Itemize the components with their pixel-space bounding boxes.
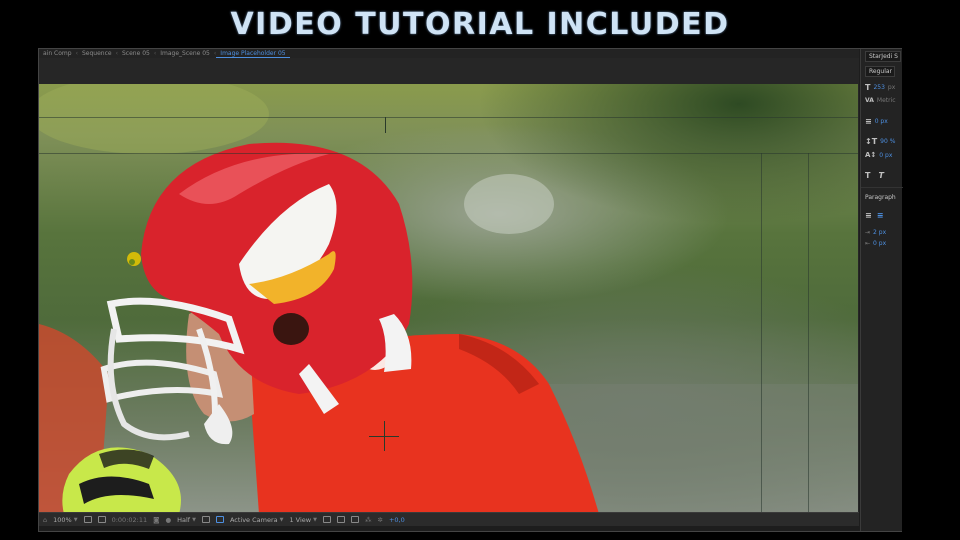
- composition-canvas[interactable]: [39, 84, 858, 512]
- mask-visibility-icon[interactable]: [97, 516, 106, 523]
- fast-preview-icon[interactable]: [336, 516, 345, 523]
- tutorial-banner: VIDEO TUTORIAL INCLUDED: [0, 0, 960, 48]
- flowchart-icon[interactable]: ⁂: [365, 516, 372, 524]
- banner-title: VIDEO TUTORIAL INCLUDED: [230, 6, 730, 42]
- zoom-dropdown[interactable]: 100% ▼: [53, 516, 77, 524]
- timeline-icon[interactable]: [350, 516, 359, 523]
- vertical-scale-icon: ↕T: [865, 137, 878, 146]
- stroke-width-icon: ≡: [865, 117, 872, 126]
- camera-dropdown[interactable]: Active Camera ▼: [230, 516, 284, 524]
- color-channel-icon[interactable]: ●: [165, 516, 171, 524]
- guide-line[interactable]: [39, 153, 858, 154]
- baseline-shift-value[interactable]: 0 px: [879, 152, 892, 159]
- safe-margins-icon[interactable]: [83, 516, 92, 523]
- stroke-width-value[interactable]: 0 px: [875, 118, 888, 125]
- timecode[interactable]: 0:00:02:11: [112, 516, 148, 524]
- font-size-unit: px: [887, 84, 896, 91]
- indent-icon: ⇥: [865, 229, 871, 236]
- font-style-field[interactable]: Regular: [865, 66, 895, 77]
- breadcrumb-item-active[interactable]: Image Placeholder 05: [216, 50, 290, 58]
- space-before-icon: ⇤: [865, 240, 871, 247]
- baseline-shift-icon: A↕: [865, 151, 877, 159]
- after-effects-window: ain Comp ‹ Sequence ‹ Scene 05 ‹ Image_S…: [38, 48, 903, 532]
- paragraph-panel-title[interactable]: Paragraph: [865, 194, 896, 201]
- view-layout-value: 1 View: [289, 515, 312, 524]
- toggle-pixel-icon[interactable]: [322, 516, 331, 523]
- exposure-reset-icon[interactable]: ✲: [377, 516, 382, 524]
- faux-bold-icon[interactable]: T: [865, 171, 870, 180]
- font-size-icon: T: [865, 83, 871, 92]
- guide-line[interactable]: [808, 153, 809, 512]
- transparency-grid-icon[interactable]: [215, 516, 224, 523]
- camera-value: Active Camera: [229, 515, 278, 524]
- breadcrumb-item[interactable]: Image_Scene 05: [156, 50, 214, 57]
- chevron-down-icon: ▼: [279, 516, 284, 523]
- indent-value[interactable]: 2 px: [873, 229, 886, 236]
- breadcrumb-item[interactable]: Scene 05: [118, 50, 154, 57]
- view-layout-dropdown[interactable]: 1 View ▼: [289, 516, 317, 524]
- panel-divider: [861, 187, 903, 188]
- align-left-icon[interactable]: ≡: [865, 211, 872, 220]
- resolution-value: Half: [177, 515, 191, 524]
- center-marker: [385, 117, 386, 133]
- camera-snapshot-icon[interactable]: ◙: [153, 516, 159, 524]
- character-panel: StarJedi S Regular T 253 px VA Metric ≡ …: [860, 49, 903, 531]
- zoom-value: 100%: [53, 515, 72, 524]
- chevron-down-icon: ▼: [73, 516, 78, 523]
- guide-line[interactable]: [39, 117, 858, 118]
- composition-breadcrumb: ain Comp ‹ Sequence ‹ Scene 05 ‹ Image_S…: [39, 49, 859, 58]
- breadcrumb-item[interactable]: Sequence: [78, 50, 116, 57]
- font-size-value[interactable]: 253: [873, 84, 884, 91]
- space-before-value[interactable]: 0 px: [873, 240, 886, 247]
- font-family-field[interactable]: StarJedi S: [865, 51, 901, 62]
- resolution-dropdown[interactable]: Half ▼: [177, 516, 196, 524]
- crosshair-icon: [384, 421, 385, 451]
- kerning-value[interactable]: Metric: [877, 97, 896, 104]
- guide-line[interactable]: [761, 153, 762, 512]
- breadcrumb-item[interactable]: ain Comp: [39, 50, 76, 57]
- chevron-down-icon: ▼: [313, 516, 317, 523]
- viewer-toolbar: ⌂ 100% ▼ 0:00:02:11 ◙ ● Half ▼ Active Ca…: [39, 512, 859, 526]
- kerning-icon: VA: [865, 97, 874, 104]
- chevron-down-icon: ▼: [192, 516, 196, 523]
- football-player-image: [39, 84, 858, 512]
- pixel-aspect-icon[interactable]: ⌂: [43, 516, 47, 524]
- exposure-value[interactable]: +0,0: [389, 516, 405, 524]
- vertical-scale-value[interactable]: 90 %: [880, 138, 895, 145]
- align-center-icon[interactable]: ≡: [877, 211, 884, 220]
- region-of-interest-icon[interactable]: [201, 516, 210, 523]
- faux-italic-icon[interactable]: T: [878, 171, 883, 180]
